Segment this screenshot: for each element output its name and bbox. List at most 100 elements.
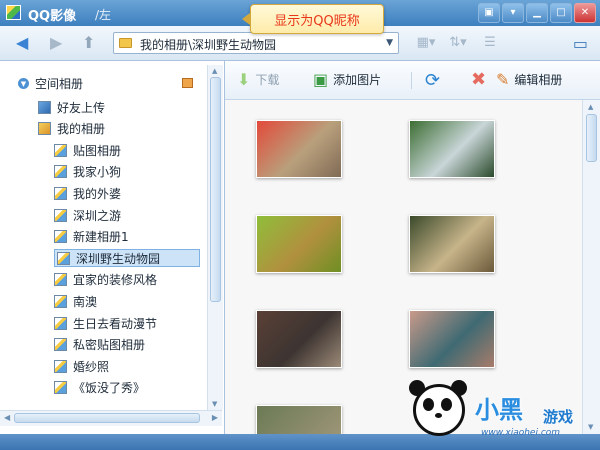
grid-scroll-thumb[interactable] (586, 114, 597, 162)
download-arrow-icon: ⬇ (237, 69, 251, 89)
sidebar-item[interactable]: 我的外婆 (54, 184, 121, 202)
panda-eye-left (423, 398, 434, 411)
sidebar-item-label: 我的外婆 (73, 186, 122, 201)
address-text: 我的相册\深圳野生动物园 (140, 38, 277, 52)
sidebar-item[interactable]: 《饭没了秀》 (54, 379, 145, 397)
sidebar-hscroll-thumb[interactable] (14, 413, 200, 423)
sidebar-item-label: 新建相册1 (73, 230, 129, 245)
view-options: ▦▾ ⇅▾ ☰ (415, 35, 501, 50)
scroll-left-arrow-icon[interactable]: ◀ (4, 413, 10, 422)
logo-game-text: 游戏 (543, 408, 574, 426)
album-icon (54, 143, 67, 157)
sidebar-item-label: 婚纱照 (73, 359, 110, 374)
refresh-button[interactable]: ⟳ (425, 70, 440, 91)
skin-icon: ▣ (484, 7, 494, 18)
photo-thumbnail[interactable] (409, 120, 495, 178)
address-dropdown-icon[interactable]: ▼ (386, 38, 393, 48)
album-icon (54, 186, 67, 200)
sidebar-item[interactable]: 私密贴图相册 (54, 336, 145, 354)
scroll-up-arrow-icon[interactable]: ▲ (212, 67, 217, 75)
back-arrow-icon[interactable]: ◀ (16, 34, 28, 52)
edit-album-label: 编辑相册 (514, 73, 563, 87)
menu-icon: ▾ (510, 7, 516, 18)
add-picture-button[interactable]: ▣ 添加图片 (313, 71, 381, 88)
folder-icon (119, 38, 132, 48)
delete-button[interactable]: ✖ (471, 69, 486, 90)
delete-x-icon: ✖ (471, 69, 487, 90)
photo-thumbnail[interactable] (256, 310, 342, 368)
close-icon: ✕ (580, 7, 590, 18)
refresh-icon: ⟳ (425, 70, 441, 91)
sidebar-scroll-thumb[interactable] (210, 77, 221, 302)
slideshow-icon[interactable]: ▭ (573, 34, 588, 53)
album-icon (54, 165, 67, 179)
scroll-down-arrow-icon[interactable]: ▼ (212, 400, 217, 408)
friends-upload-icon (38, 100, 51, 114)
export-icon[interactable] (182, 78, 193, 88)
sidebar-item[interactable]: 新建相册1 (54, 228, 129, 246)
album-icon (38, 122, 51, 136)
maximize-icon: □ (556, 7, 566, 18)
sidebar-item[interactable]: 好友上传 (38, 98, 105, 116)
sidebar-item-label: 贴图相册 (73, 143, 122, 158)
sidebar-item[interactable]: 深圳之游 (54, 206, 121, 224)
space-album-label: 空间相册 (35, 77, 84, 91)
list-view-icon[interactable]: ☰ (479, 35, 501, 50)
thumbnail-view-icon[interactable]: ▦▾ (415, 35, 437, 50)
menu-button[interactable]: ▾ (502, 3, 524, 23)
album-icon (54, 273, 67, 287)
sidebar-item-label: 好友上传 (57, 100, 106, 115)
minimize-button[interactable]: ▁ (526, 3, 548, 23)
sidebar-vertical-scrollbar[interactable]: ▲ ▼ (207, 65, 223, 410)
sidebar-item[interactable]: 生日去看动漫节 (54, 314, 157, 332)
add-picture-label: 添加图片 (333, 73, 382, 87)
xiaohei-watermark-logo: 小黑 游戏 www.xiaohei.com (405, 380, 600, 450)
app-title: QQ影像 (28, 9, 77, 24)
download-label: 下载 (255, 73, 280, 87)
photo-thumbnail[interactable] (256, 405, 342, 434)
space-album-header[interactable]: ▼ 空间相册 (18, 75, 83, 92)
sidebar-item-label: 私密贴图相册 (73, 338, 146, 353)
logo-text: 小黑 (475, 396, 523, 424)
album-icon (54, 230, 67, 244)
sidebar-item[interactable]: 深圳野生动物园 (54, 249, 200, 268)
album-icon (54, 359, 67, 373)
photo-thumbnail[interactable] (256, 215, 342, 273)
sidebar-horizontal-scrollbar[interactable]: ◀ ▶ (0, 410, 222, 426)
nickname-tooltip: 显示为QQ昵称 (242, 4, 384, 34)
sidebar-item[interactable]: 我的相册 (38, 120, 105, 138)
logo-url: www.xiaohei.com (481, 428, 561, 438)
maximize-button[interactable]: □ (550, 3, 572, 23)
window-path-title: /左 (95, 8, 112, 22)
sidebar-item[interactable]: 南澳 (54, 292, 97, 310)
collapse-icon[interactable]: ▼ (18, 78, 29, 89)
sidebar-item-label: 《饭没了秀》 (73, 381, 146, 396)
grid-scroll-up-icon[interactable]: ▲ (588, 103, 593, 111)
download-button[interactable]: ⬇ 下载 (237, 71, 279, 88)
forward-arrow-icon[interactable]: ▶ (50, 34, 62, 52)
window-controls: ▣ ▾ ▁ □ ✕ (478, 3, 596, 23)
album-icon (54, 294, 67, 308)
sidebar-item[interactable]: 我家小狗 (54, 163, 121, 181)
sidebar-item-label: 深圳之游 (73, 208, 122, 223)
sort-icon[interactable]: ⇅▾ (447, 35, 469, 50)
album-icon (57, 251, 70, 265)
up-folder-icon[interactable]: ⬆ (82, 34, 95, 52)
photo-thumbnail[interactable] (409, 310, 495, 368)
sidebar-item[interactable]: 贴图相册 (54, 141, 121, 159)
photo-thumbnail[interactable] (256, 120, 342, 178)
panda-eye-right (441, 398, 452, 411)
sidebar-item[interactable]: 婚纱照 (54, 357, 109, 375)
photo-thumbnail[interactable] (409, 215, 495, 273)
edit-album-button[interactable]: ✎ 编辑相册 (496, 71, 562, 88)
toolbar-divider (411, 72, 412, 89)
scroll-right-arrow-icon[interactable]: ▶ (212, 413, 218, 422)
photo-toolbar: ⬇ 下载 ▣ 添加图片 ⟳ ✖ ✎ 编辑相册 (225, 61, 600, 100)
skin-button[interactable]: ▣ (478, 3, 500, 23)
sidebar-item[interactable]: 宜家的装修风格 (54, 271, 157, 289)
edit-album-icon: ✎ (496, 69, 510, 89)
close-button[interactable]: ✕ (574, 3, 596, 23)
sidebar-item-label: 我家小狗 (73, 165, 122, 180)
sidebar-item-label: 我的相册 (57, 122, 106, 137)
address-bar[interactable]: 我的相册\深圳野生动物园 ▼ (113, 32, 399, 54)
